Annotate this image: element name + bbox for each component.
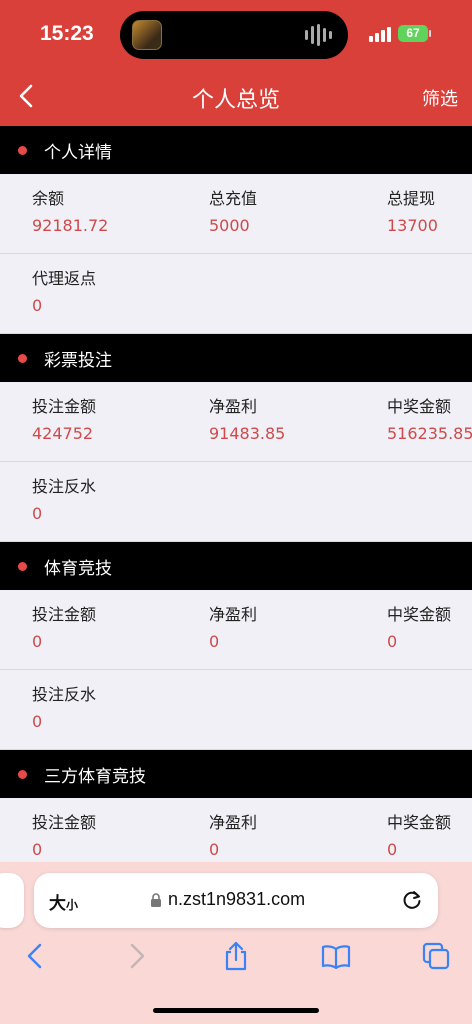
stat-net-profit: 净盈利 91483.85 xyxy=(209,396,285,445)
stat-label: 投注金额 xyxy=(32,813,97,832)
book-icon[interactable] xyxy=(320,940,352,972)
previous-tab-preview[interactable] xyxy=(0,873,24,928)
stat-agent-rebate: 代理返点 0 xyxy=(32,268,96,317)
stat-value: 0 xyxy=(32,504,43,523)
reload-icon[interactable] xyxy=(400,888,424,912)
section-dot xyxy=(18,353,27,363)
text-size-small: 小 xyxy=(66,898,79,912)
url-text[interactable]: n.zst1n9831.com xyxy=(168,889,305,910)
stat-label: 代理返点 xyxy=(32,269,97,288)
stat-label: 余额 xyxy=(32,189,65,208)
signal-icon xyxy=(369,27,391,42)
status-time: 15:23 xyxy=(40,22,94,45)
stat-value: 424752 xyxy=(32,424,94,443)
stat-net-profit: 净盈利 0 xyxy=(209,812,257,861)
stat-value: 0 xyxy=(387,632,398,651)
stat-label: 中奖金额 xyxy=(387,397,452,416)
stat-value: 0 xyxy=(209,632,220,651)
stat-value: 0 xyxy=(32,840,43,859)
stat-value: 0 xyxy=(32,296,43,315)
stats-row: 余额 92181.72 总充值 5000 总提现 13700 xyxy=(0,174,472,254)
home-indicator[interactable] xyxy=(153,1008,319,1013)
stat-value: 0 xyxy=(32,632,43,651)
section-dot xyxy=(18,769,27,779)
stat-label: 投注金额 xyxy=(32,397,97,416)
stats-row: 投注反水 0 xyxy=(0,670,472,750)
stat-label: 总提现 xyxy=(387,189,436,208)
share-icon[interactable] xyxy=(220,940,252,972)
stat-bet-amount: 投注金额 0 xyxy=(32,604,96,653)
stats-row: 投注金额 0 净盈利 0 中奖金额 0 xyxy=(0,798,472,862)
stat-value: 13700 xyxy=(387,216,438,235)
section-title: 三方体育竞技 xyxy=(44,766,146,787)
text-size-button[interactable]: 大小 xyxy=(49,889,78,914)
stat-label: 投注反水 xyxy=(32,477,97,496)
stat-label: 总充值 xyxy=(209,189,258,208)
stat-value: 0 xyxy=(209,840,220,859)
section-dot xyxy=(18,561,27,571)
audio-wave-icon xyxy=(305,24,332,46)
stat-bet-amount: 投注金额 0 xyxy=(32,812,96,861)
stat-value: 5000 xyxy=(209,216,250,235)
browser-toolbar: 大小 n.zst1n9831.com xyxy=(0,862,472,1024)
filter-button[interactable]: 筛选 xyxy=(422,85,458,111)
stats-row: 投注金额 424752 净盈利 91483.85 中奖金额 516235.85 xyxy=(0,382,472,462)
stat-balance: 余额 92181.72 xyxy=(32,188,108,237)
section-title: 个人详情 xyxy=(44,142,112,163)
stat-win-amount: 中奖金额 0 xyxy=(387,604,451,653)
stat-value: 516235.85 xyxy=(387,424,472,443)
stat-label: 投注反水 xyxy=(32,685,97,704)
section-header-sports: 体育竞技 xyxy=(0,542,472,590)
stats-row: 投注反水 0 xyxy=(0,462,472,542)
stat-net-profit: 净盈利 0 xyxy=(209,604,257,653)
stat-label: 净盈利 xyxy=(209,605,258,624)
stat-bet-rebate: 投注反水 0 xyxy=(32,476,96,525)
stat-total-withdraw: 总提现 13700 xyxy=(387,188,438,237)
section-dot xyxy=(18,145,27,155)
back-arrow-icon[interactable] xyxy=(20,940,52,972)
stat-label: 投注金额 xyxy=(32,605,97,624)
forward-arrow-icon[interactable] xyxy=(120,940,152,972)
page-title: 个人总览 xyxy=(191,88,280,113)
stat-total-deposit: 总充值 5000 xyxy=(209,188,257,237)
stat-label: 净盈利 xyxy=(209,397,258,416)
section-header-personal: 个人详情 xyxy=(0,126,472,174)
address-bar[interactable]: 大小 n.zst1n9831.com xyxy=(34,873,438,928)
stats-row: 投注金额 0 净盈利 0 中奖金额 0 xyxy=(0,590,472,670)
battery-icon: 67 xyxy=(398,25,428,42)
text-size-label: 大 xyxy=(49,894,66,914)
overview-content[interactable]: 个人详情 余额 92181.72 总充值 5000 总提现 13700 代理返点… xyxy=(0,126,472,862)
lock-icon xyxy=(151,893,161,907)
section-title: 彩票投注 xyxy=(44,350,112,371)
battery-tip xyxy=(429,30,431,37)
stat-value: 91483.85 xyxy=(209,424,286,443)
section-header-third-sports: 三方体育竞技 xyxy=(0,750,472,798)
stat-label: 中奖金额 xyxy=(387,605,452,624)
dynamic-island xyxy=(120,11,348,59)
stats-row: 代理返点 0 xyxy=(0,254,472,334)
section-title: 体育竞技 xyxy=(44,558,112,579)
top-bar: 15:23 67 个人总览 筛选 xyxy=(0,0,472,126)
stat-value: 0 xyxy=(387,840,398,859)
stat-win-amount: 中奖金额 516235.85 xyxy=(387,396,472,445)
stat-bet-amount: 投注金额 424752 xyxy=(32,396,96,445)
app-icon xyxy=(132,20,162,50)
stat-value: 92181.72 xyxy=(32,216,109,235)
stat-value: 0 xyxy=(32,712,43,731)
tabs-icon[interactable] xyxy=(420,940,452,972)
stat-label: 净盈利 xyxy=(209,813,258,832)
stat-bet-rebate: 投注反水 0 xyxy=(32,684,96,733)
stat-label: 中奖金额 xyxy=(387,813,452,832)
stat-win-amount: 中奖金额 0 xyxy=(387,812,451,861)
section-header-lottery: 彩票投注 xyxy=(0,334,472,382)
